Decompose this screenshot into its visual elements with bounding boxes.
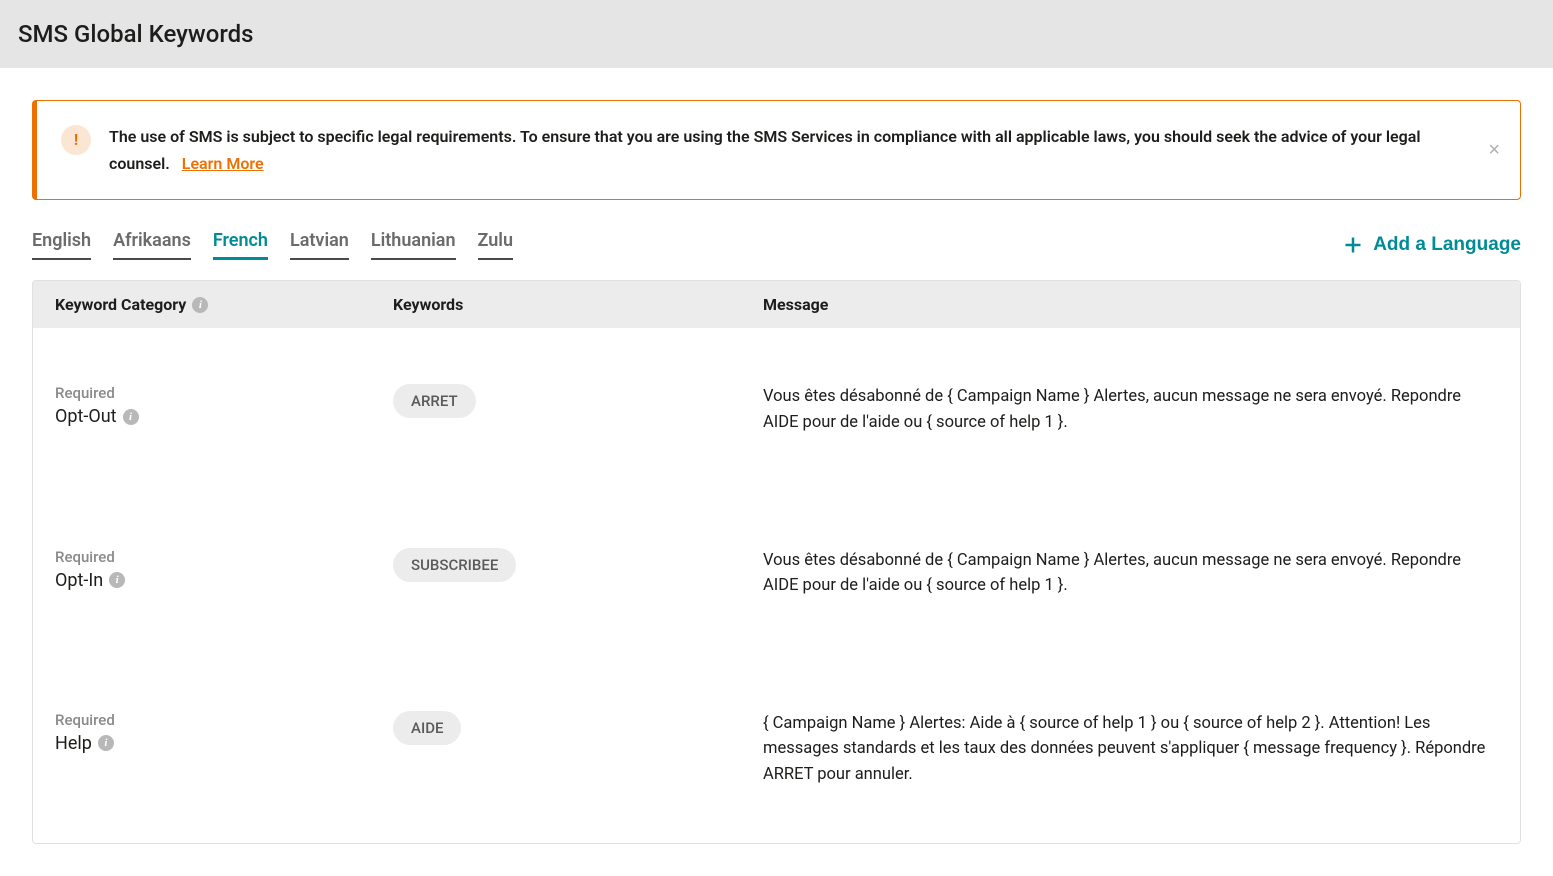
message-text: Vous êtes désabonné de { Campaign Name }… — [763, 548, 1498, 599]
table-row: Required Opt-Out i ARRET Vous êtes désab… — [33, 328, 1520, 491]
cell-message: Vous êtes désabonné de { Campaign Name }… — [763, 384, 1520, 435]
add-language-button[interactable]: Add a Language — [1343, 234, 1521, 256]
table-header: Keyword Category i Keywords Message — [33, 281, 1520, 328]
alert-message: The use of SMS is subject to specific le… — [109, 127, 1420, 173]
cell-message: Vous êtes désabonné de { Campaign Name }… — [763, 548, 1520, 599]
page-title: SMS Global Keywords — [18, 20, 1535, 48]
close-alert-button[interactable]: × — [1488, 140, 1500, 160]
tab-zulu[interactable]: Zulu — [478, 230, 514, 260]
warning-icon: ! — [74, 132, 78, 148]
cell-keywords: AIDE — [393, 711, 763, 745]
info-icon[interactable]: i — [98, 735, 114, 751]
tab-afrikaans[interactable]: Afrikaans — [113, 230, 191, 260]
category-name: Help i — [55, 733, 393, 754]
required-label: Required — [55, 548, 393, 566]
cell-message: { Campaign Name } Alertes: Aide à { sour… — [763, 711, 1520, 788]
info-icon[interactable]: i — [109, 572, 125, 588]
tab-latvian[interactable]: Latvian — [290, 230, 349, 260]
cell-category: Required Opt-Out i — [33, 384, 393, 427]
keywords-table: Keyword Category i Keywords Message Requ… — [32, 280, 1521, 844]
required-label: Required — [55, 384, 393, 402]
legal-alert: ! The use of SMS is subject to specific … — [32, 100, 1521, 200]
category-text: Opt-In — [55, 570, 103, 591]
cell-keywords: SUBSCRIBEE — [393, 548, 763, 582]
th-keywords: Keywords — [393, 295, 763, 314]
plus-icon — [1343, 235, 1363, 255]
keyword-pill: AIDE — [393, 711, 461, 745]
keyword-pill: ARRET — [393, 384, 476, 418]
page-header: SMS Global Keywords — [0, 0, 1553, 68]
th-category: Keyword Category i — [33, 295, 393, 314]
language-tabs: English Afrikaans French Latvian Lithuan… — [32, 230, 513, 260]
cell-keywords: ARRET — [393, 384, 763, 418]
category-name: Opt-Out i — [55, 406, 393, 427]
category-text: Help — [55, 733, 92, 754]
category-name: Opt-In i — [55, 570, 393, 591]
cell-category: Required Opt-In i — [33, 548, 393, 591]
tab-lithuanian[interactable]: Lithuanian — [371, 230, 456, 260]
add-language-label: Add a Language — [1373, 234, 1521, 256]
th-message: Message — [763, 295, 1520, 314]
keyword-pill: SUBSCRIBEE — [393, 548, 516, 582]
alert-icon-wrap: ! — [61, 125, 91, 155]
table-row: Required Opt-In i SUBSCRIBEE Vous êtes d… — [33, 492, 1520, 655]
alert-text-wrap: The use of SMS is subject to specific le… — [109, 123, 1496, 177]
message-text: { Campaign Name } Alertes: Aide à { sour… — [763, 711, 1498, 788]
cell-category: Required Help i — [33, 711, 393, 754]
info-icon[interactable]: i — [192, 297, 208, 313]
tabs-row: English Afrikaans French Latvian Lithuan… — [32, 230, 1521, 260]
learn-more-link[interactable]: Learn More — [182, 154, 264, 173]
message-text: Vous êtes désabonné de { Campaign Name }… — [763, 384, 1498, 435]
category-text: Opt-Out — [55, 406, 117, 427]
table-body: Required Opt-Out i ARRET Vous êtes désab… — [33, 328, 1520, 843]
close-icon: × — [1488, 139, 1500, 161]
info-icon[interactable]: i — [123, 409, 139, 425]
tab-french[interactable]: French — [213, 230, 268, 260]
content-area: ! The use of SMS is subject to specific … — [0, 68, 1553, 876]
table-row: Required Help i AIDE { Campaign Name } A… — [33, 655, 1520, 844]
th-category-label: Keyword Category — [55, 295, 186, 314]
tab-english[interactable]: English — [32, 230, 91, 260]
required-label: Required — [55, 711, 393, 729]
